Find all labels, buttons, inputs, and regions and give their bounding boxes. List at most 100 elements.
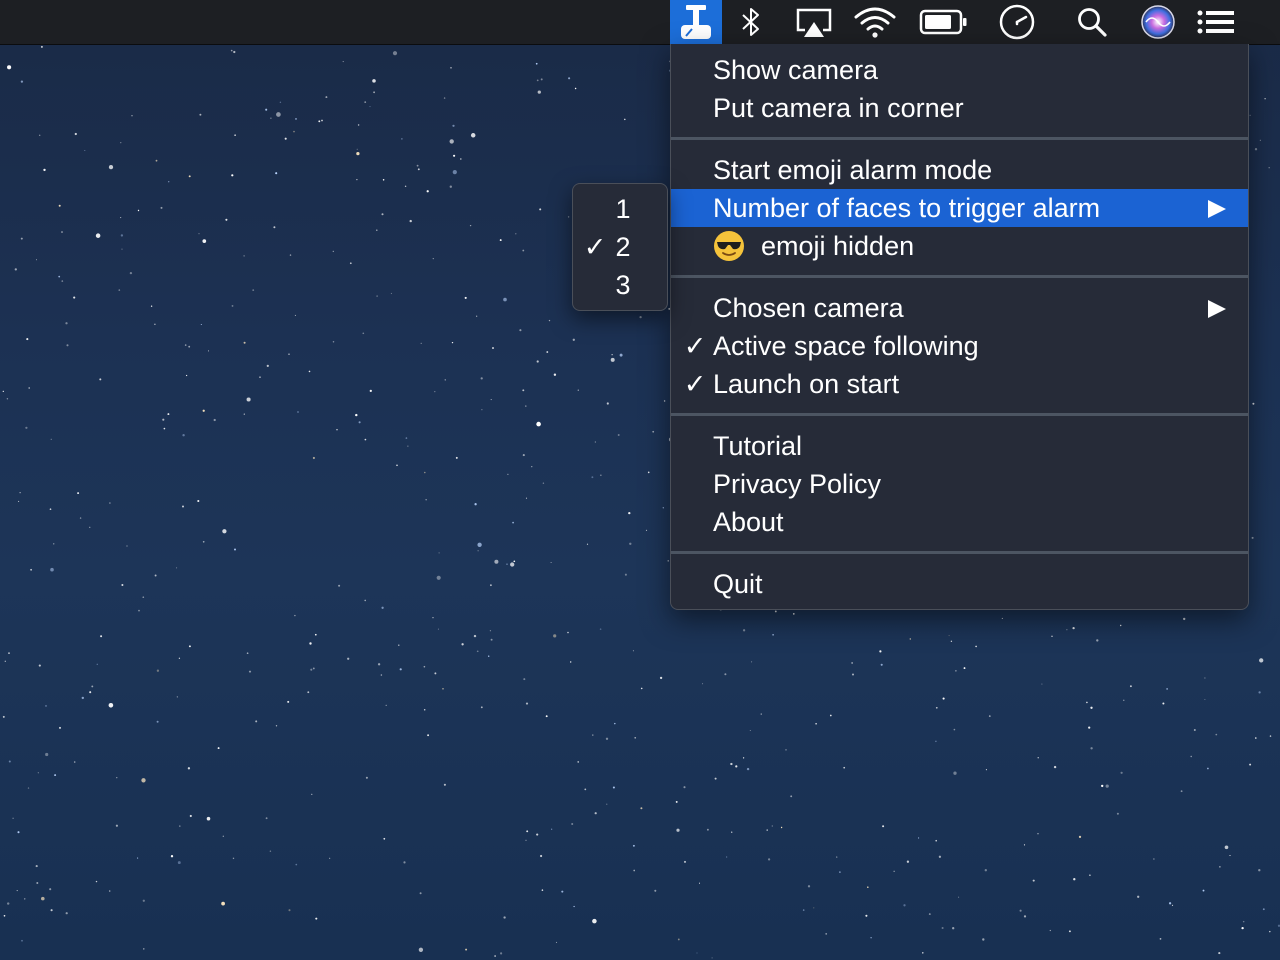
star (465, 948, 468, 951)
star (288, 909, 291, 912)
notification-center-menu-button[interactable] (1196, 0, 1236, 44)
star (189, 814, 192, 818)
star (41, 896, 45, 901)
menu-item-put-camera-in-corner[interactable]: Put camera in corner (671, 89, 1248, 127)
star (461, 643, 464, 646)
star (499, 239, 502, 242)
star (450, 66, 452, 69)
star (129, 271, 133, 275)
star (50, 438, 52, 440)
submenu-item-1[interactable]: 1 (573, 190, 667, 228)
star (1204, 698, 1206, 701)
star (376, 229, 378, 231)
bluetooth-menu-button[interactable] (734, 0, 768, 44)
star (336, 429, 338, 431)
menu-item-active-space-following[interactable]: ✓ Active space following (671, 327, 1248, 365)
star (548, 319, 551, 322)
star (376, 295, 378, 297)
star (711, 957, 713, 959)
menu-item-chosen-camera[interactable]: Chosen camera (671, 289, 1248, 327)
star (1171, 904, 1174, 907)
star (225, 218, 228, 221)
star (550, 561, 552, 564)
clock-menu-button[interactable] (996, 0, 1038, 44)
star (108, 164, 114, 170)
submenu-item-2[interactable]: ✓ 2 (573, 228, 667, 266)
star (81, 696, 84, 700)
menu-item-about[interactable]: About (671, 503, 1248, 541)
star (619, 353, 623, 357)
star (696, 952, 698, 954)
star (200, 323, 202, 326)
star (424, 471, 426, 474)
star (100, 635, 103, 638)
star (53, 543, 55, 545)
star (232, 857, 235, 860)
star (751, 661, 753, 663)
star (419, 892, 422, 895)
star (59, 726, 61, 729)
star (614, 722, 616, 725)
app-dropdown-menu: Show camera Put camera in corner Start e… (670, 44, 1249, 610)
star (234, 134, 236, 136)
star (275, 725, 278, 727)
star (683, 786, 686, 789)
star (95, 880, 98, 883)
star (774, 610, 777, 613)
star (903, 904, 906, 907)
airplay-menu-button[interactable] (792, 0, 836, 44)
star (14, 268, 17, 271)
camera-app-menu-button[interactable] (670, 0, 722, 44)
menu-item-launch-on-start[interactable]: ✓ Launch on start (671, 365, 1248, 403)
star (507, 473, 509, 476)
star (760, 713, 762, 715)
menu-item-number-of-faces[interactable]: Number of faces to trigger alarm (671, 189, 1248, 227)
spotlight-menu-button[interactable] (1074, 0, 1110, 44)
menu-item-tutorial[interactable]: Tutorial (671, 427, 1248, 465)
star (772, 633, 774, 636)
star (958, 896, 960, 898)
star (207, 350, 210, 352)
wifi-menu-button[interactable] (852, 0, 898, 44)
star (490, 638, 493, 641)
star (417, 168, 420, 171)
star (231, 304, 234, 307)
star (66, 344, 69, 347)
menu-item-emoji-hidden[interactable]: emoji hidden (671, 227, 1248, 265)
menu-item-privacy-policy[interactable]: Privacy Policy (671, 465, 1248, 503)
star (259, 376, 261, 378)
battery-menu-button[interactable] (918, 0, 970, 44)
star (416, 164, 419, 167)
menu-separator (671, 413, 1248, 416)
star (364, 438, 367, 441)
star (187, 767, 191, 770)
star (310, 668, 313, 671)
star (541, 889, 544, 891)
star (950, 640, 953, 642)
submenu-item-3[interactable]: 3 (573, 266, 667, 304)
star (91, 685, 94, 688)
star (1162, 702, 1165, 705)
menu-item-label: Launch on start (713, 369, 900, 399)
star (289, 254, 292, 256)
star (120, 142, 122, 144)
menu-item-start-emoji-alarm-mode[interactable]: Start emoji alarm mode (671, 151, 1248, 189)
star (571, 822, 574, 826)
star (610, 357, 615, 362)
star (935, 706, 938, 709)
spotlight-search-icon (1078, 8, 1107, 37)
menu-item-quit[interactable]: Quit (671, 565, 1248, 603)
menu-item-show-camera[interactable]: Show camera (671, 51, 1248, 89)
menu-item-label: Active space following (713, 331, 979, 361)
star (243, 413, 245, 415)
star (167, 413, 170, 416)
siri-menu-button[interactable] (1138, 0, 1178, 44)
star (536, 360, 539, 363)
star (364, 599, 367, 602)
menu-item-label: Number of faces to trigger alarm (713, 193, 1101, 223)
star (434, 390, 436, 393)
star (347, 657, 350, 660)
number-of-faces-submenu: 1 ✓ 2 3 (572, 183, 668, 311)
star (156, 669, 160, 672)
star (217, 747, 220, 750)
